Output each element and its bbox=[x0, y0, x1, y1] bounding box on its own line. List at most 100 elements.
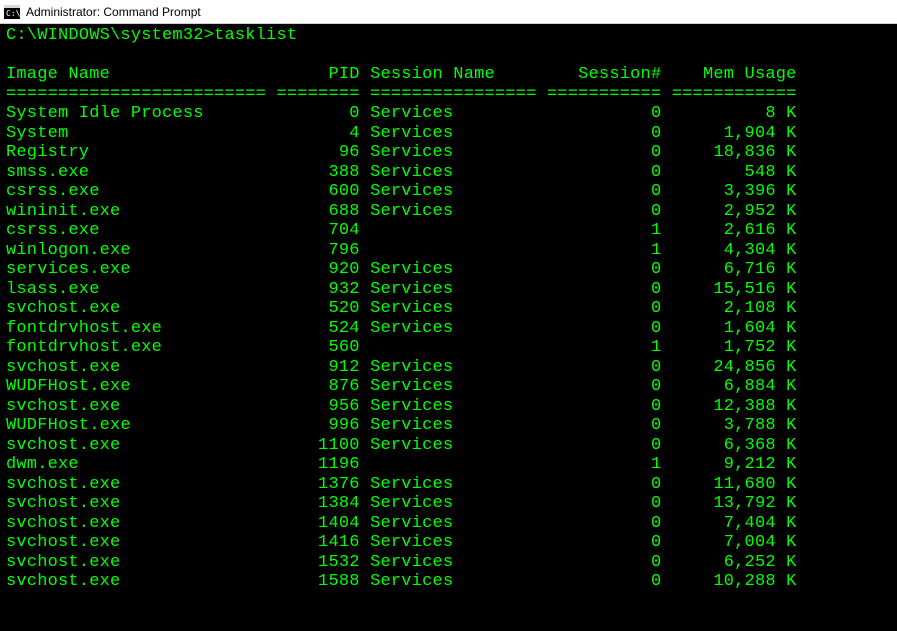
cell-session-name: Services bbox=[370, 280, 536, 299]
cell-session-num: 0 bbox=[547, 494, 661, 513]
cell-image-name: winlogon.exe bbox=[6, 241, 266, 260]
col-header-mem-usage: Mem Usage bbox=[672, 65, 797, 84]
cell-pid: 600 bbox=[276, 182, 359, 201]
cell-pid: 912 bbox=[276, 358, 359, 377]
cell-image-name: svchost.exe bbox=[6, 553, 266, 572]
table-row: svchost.exe 1100 Services 0 6,368 K bbox=[6, 436, 891, 456]
table-row: csrss.exe 600 Services 0 3,396 K bbox=[6, 182, 891, 202]
col-header-session-name: Session Name bbox=[370, 65, 536, 84]
cell-mem-usage: 18,836 K bbox=[672, 143, 797, 162]
cell-session-name: Services bbox=[370, 377, 536, 396]
cell-image-name: dwm.exe bbox=[6, 455, 266, 474]
cell-session-num: 0 bbox=[547, 397, 661, 416]
cell-pid: 524 bbox=[276, 319, 359, 338]
cell-session-num: 0 bbox=[547, 514, 661, 533]
cell-mem-usage: 1,752 K bbox=[672, 338, 797, 357]
table-row: WUDFHost.exe 876 Services 0 6,884 K bbox=[6, 377, 891, 397]
cell-image-name: WUDFHost.exe bbox=[6, 416, 266, 435]
window: C:\ Administrator: Command Prompt C:\WIN… bbox=[0, 0, 897, 631]
table-row: services.exe 920 Services 0 6,716 K bbox=[6, 260, 891, 280]
cell-pid: 932 bbox=[276, 280, 359, 299]
cell-mem-usage: 4,304 K bbox=[672, 241, 797, 260]
cell-session-name: Services bbox=[370, 436, 536, 455]
table-row: svchost.exe 1588 Services 0 10,288 K bbox=[6, 572, 891, 592]
cell-image-name: fontdrvhost.exe bbox=[6, 338, 266, 357]
cell-mem-usage: 2,952 K bbox=[672, 202, 797, 221]
cell-pid: 1416 bbox=[276, 533, 359, 552]
cell-mem-usage: 1,604 K bbox=[672, 319, 797, 338]
cell-image-name: System bbox=[6, 124, 266, 143]
cell-mem-usage: 1,904 K bbox=[672, 124, 797, 143]
table-row: smss.exe 388 Services 0 548 K bbox=[6, 163, 891, 183]
table-row: wininit.exe 688 Services 0 2,952 K bbox=[6, 202, 891, 222]
cell-session-num: 0 bbox=[547, 163, 661, 182]
table-divider: ========================= ======== =====… bbox=[6, 85, 891, 105]
table-row: WUDFHost.exe 996 Services 0 3,788 K bbox=[6, 416, 891, 436]
cell-pid: 796 bbox=[276, 241, 359, 260]
cell-mem-usage: 8 K bbox=[672, 104, 797, 123]
cell-pid: 96 bbox=[276, 143, 359, 162]
cell-session-name: Services bbox=[370, 553, 536, 572]
cell-session-num: 0 bbox=[547, 182, 661, 201]
cell-session-name: Services bbox=[370, 163, 536, 182]
table-row: winlogon.exe 796 1 4,304 K bbox=[6, 241, 891, 261]
cell-session-num: 0 bbox=[547, 299, 661, 318]
cell-session-num: 0 bbox=[547, 260, 661, 279]
cell-session-name: Services bbox=[370, 319, 536, 338]
table-row: fontdrvhost.exe 560 1 1,752 K bbox=[6, 338, 891, 358]
svg-text:C:\: C:\ bbox=[6, 9, 20, 18]
cell-session-name: Services bbox=[370, 533, 536, 552]
cell-pid: 996 bbox=[276, 416, 359, 435]
cell-session-name: Services bbox=[370, 124, 536, 143]
cell-pid: 388 bbox=[276, 163, 359, 182]
cell-mem-usage: 10,288 K bbox=[672, 572, 797, 591]
cell-session-name: Services bbox=[370, 572, 536, 591]
window-title: Administrator: Command Prompt bbox=[26, 5, 201, 19]
cell-session-num: 1 bbox=[547, 241, 661, 260]
cell-pid: 560 bbox=[276, 338, 359, 357]
cell-session-num: 0 bbox=[547, 280, 661, 299]
cell-image-name: wininit.exe bbox=[6, 202, 266, 221]
cell-mem-usage: 12,388 K bbox=[672, 397, 797, 416]
cell-pid: 704 bbox=[276, 221, 359, 240]
cell-session-num: 0 bbox=[547, 104, 661, 123]
cell-session-name: Services bbox=[370, 104, 536, 123]
table-row: svchost.exe 912 Services 0 24,856 K bbox=[6, 358, 891, 378]
prompt-path: C:\WINDOWS\system32> bbox=[6, 26, 214, 45]
cell-pid: 876 bbox=[276, 377, 359, 396]
cell-mem-usage: 24,856 K bbox=[672, 358, 797, 377]
cell-session-name: Services bbox=[370, 475, 536, 494]
terminal-area[interactable]: C:\WINDOWS\system32>tasklistImage Name P… bbox=[0, 24, 897, 631]
cell-mem-usage: 548 K bbox=[672, 163, 797, 182]
cell-image-name: svchost.exe bbox=[6, 299, 266, 318]
cell-image-name: lsass.exe bbox=[6, 280, 266, 299]
cmd-icon: C:\ bbox=[4, 4, 20, 20]
cell-image-name: svchost.exe bbox=[6, 494, 266, 513]
cell-image-name: svchost.exe bbox=[6, 514, 266, 533]
cell-session-num: 0 bbox=[547, 533, 661, 552]
table-row: svchost.exe 1404 Services 0 7,404 K bbox=[6, 514, 891, 534]
table-row: Registry 96 Services 0 18,836 K bbox=[6, 143, 891, 163]
cell-mem-usage: 3,396 K bbox=[672, 182, 797, 201]
cell-image-name: svchost.exe bbox=[6, 572, 266, 591]
cell-mem-usage: 6,884 K bbox=[672, 377, 797, 396]
cell-session-num: 0 bbox=[547, 358, 661, 377]
titlebar[interactable]: C:\ Administrator: Command Prompt bbox=[0, 0, 897, 24]
cell-session-name bbox=[370, 221, 536, 240]
cell-session-num: 0 bbox=[547, 416, 661, 435]
cell-mem-usage: 7,004 K bbox=[672, 533, 797, 552]
cell-session-num: 0 bbox=[547, 143, 661, 162]
cell-session-num: 0 bbox=[547, 202, 661, 221]
cell-session-name bbox=[370, 455, 536, 474]
cell-pid: 920 bbox=[276, 260, 359, 279]
cell-session-num: 1 bbox=[547, 338, 661, 357]
table-row: svchost.exe 1384 Services 0 13,792 K bbox=[6, 494, 891, 514]
cell-session-name: Services bbox=[370, 143, 536, 162]
cell-session-num: 0 bbox=[547, 124, 661, 143]
cell-mem-usage: 13,792 K bbox=[672, 494, 797, 513]
cell-session-num: 0 bbox=[547, 475, 661, 494]
cell-image-name: fontdrvhost.exe bbox=[6, 319, 266, 338]
cell-pid: 1588 bbox=[276, 572, 359, 591]
cell-pid: 520 bbox=[276, 299, 359, 318]
cell-mem-usage: 6,252 K bbox=[672, 553, 797, 572]
